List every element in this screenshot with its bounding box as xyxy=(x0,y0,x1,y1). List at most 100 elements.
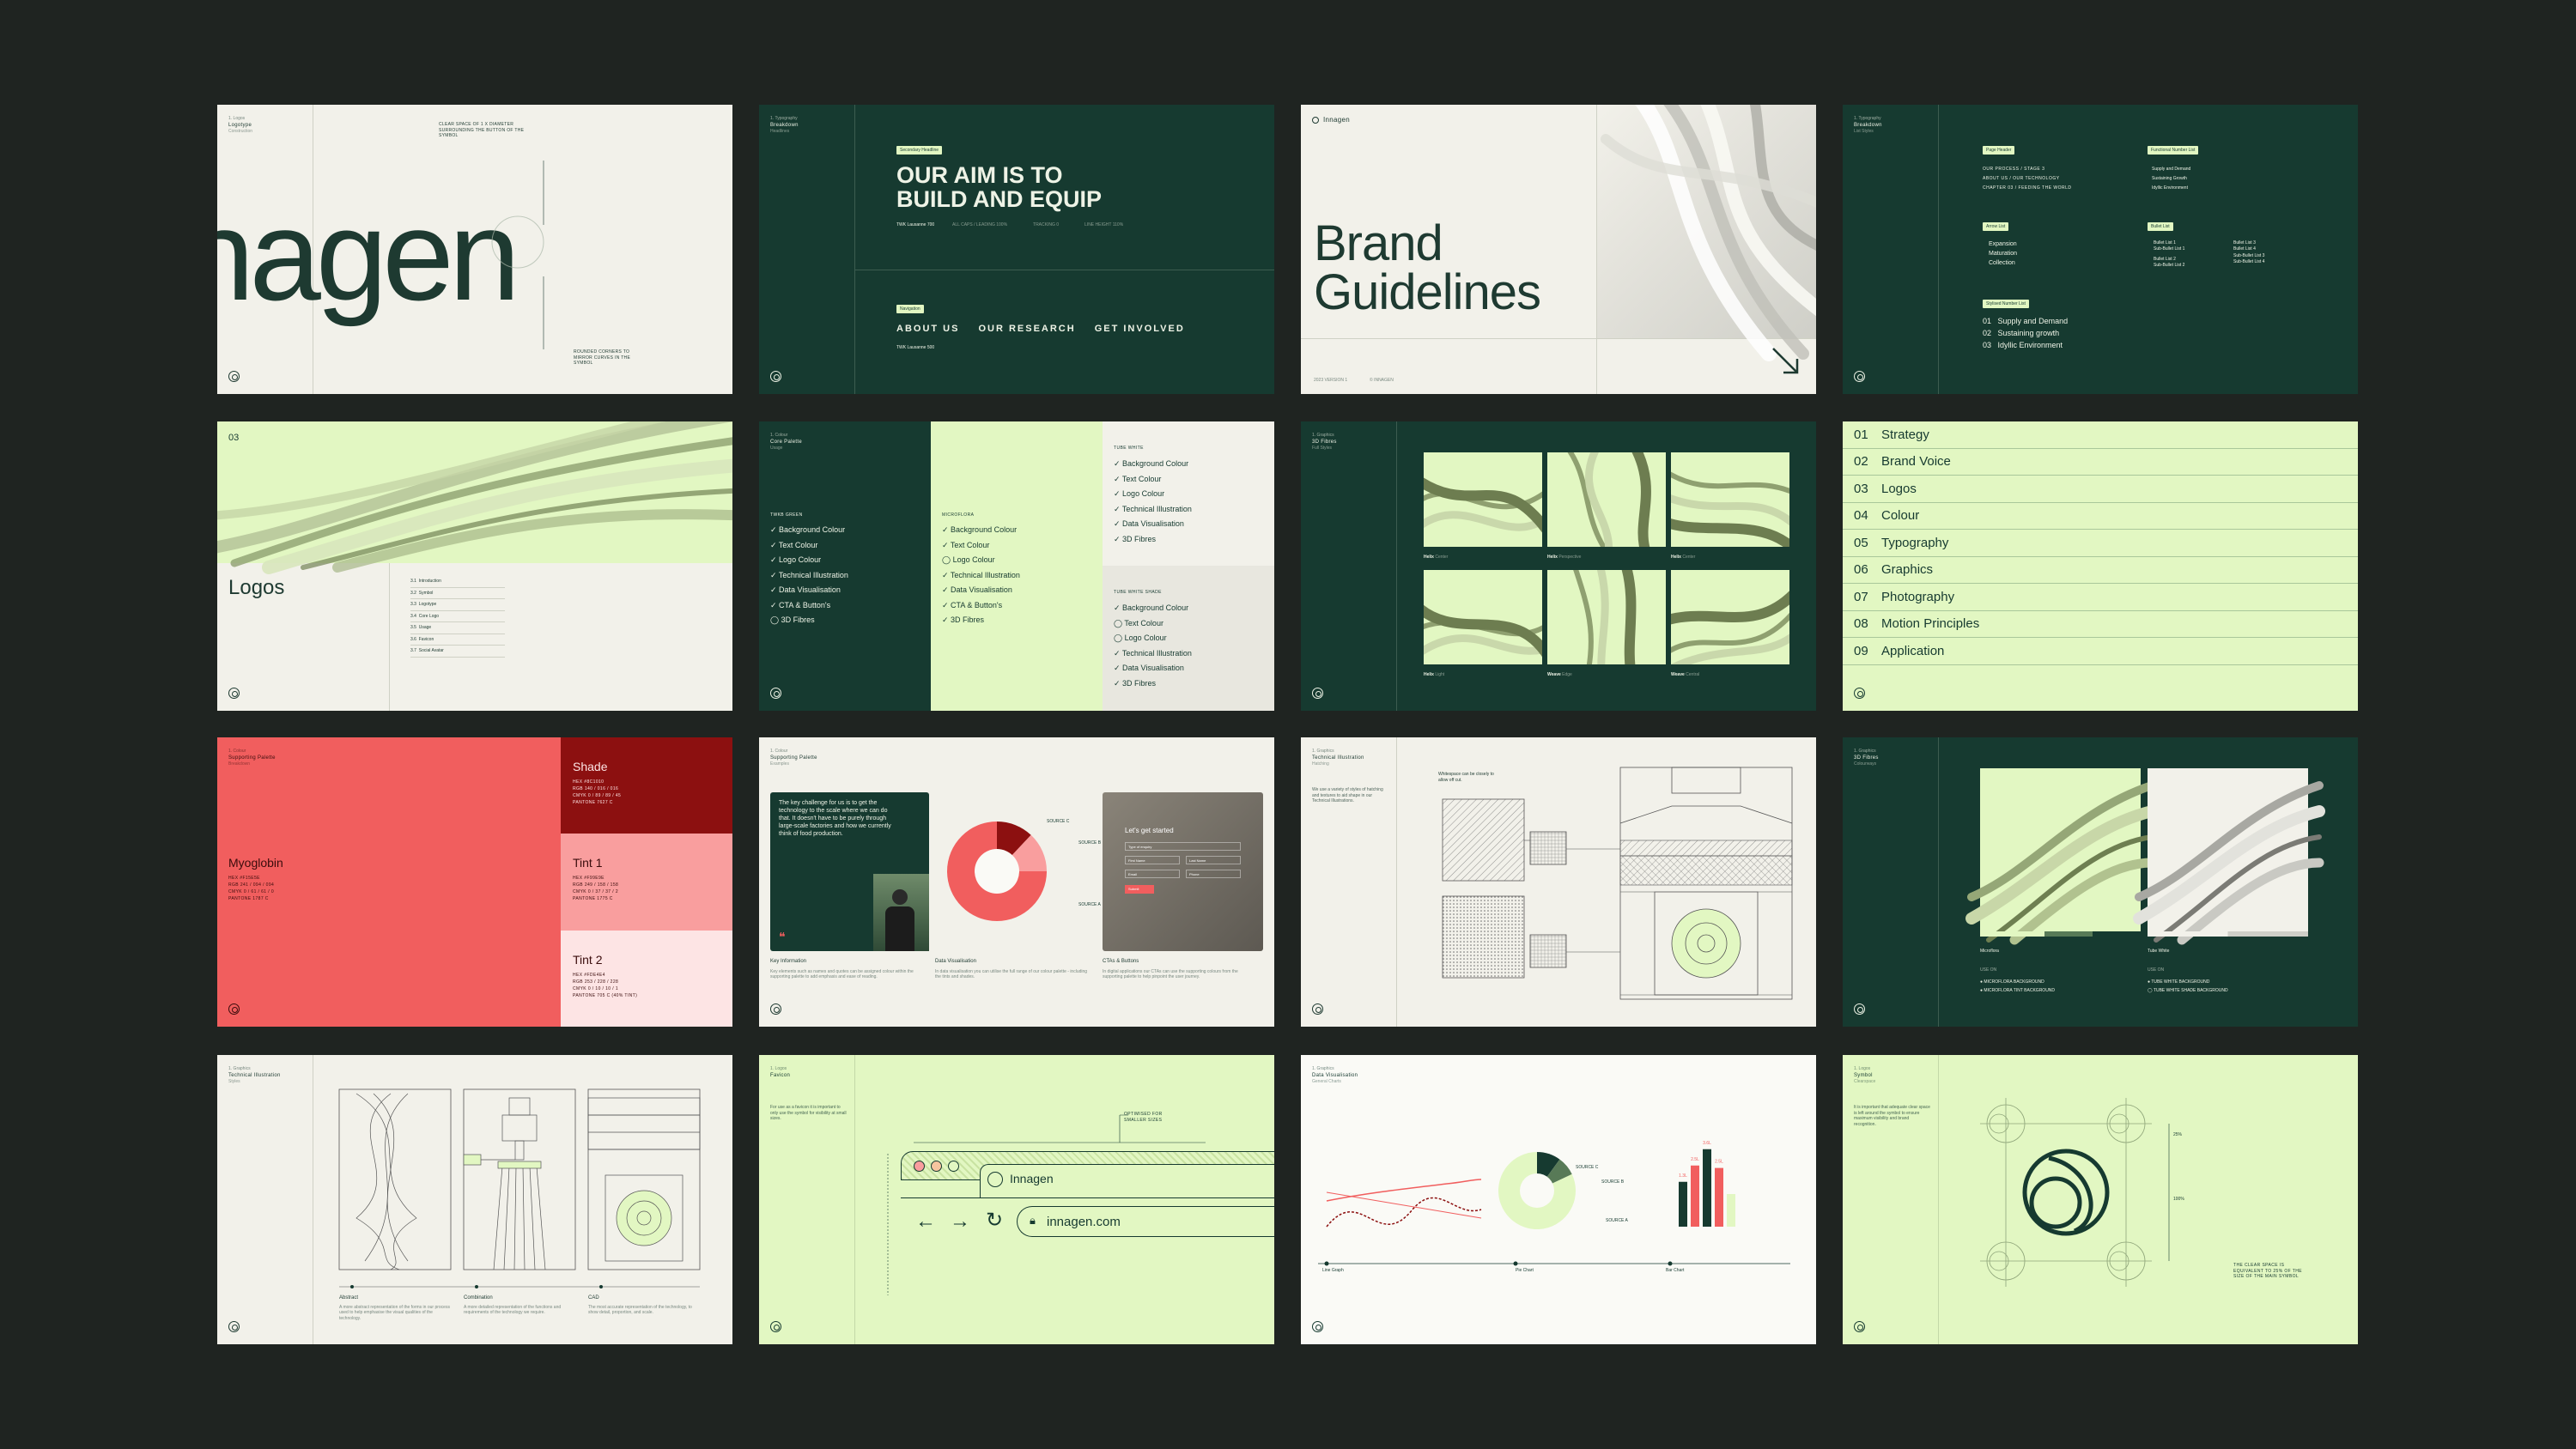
font-spec: TWK Lausanne 700 xyxy=(896,222,935,227)
contents-item[interactable]: 01 Strategy xyxy=(1843,421,2358,449)
swatch-name: Tint 1 xyxy=(573,856,603,870)
colourway-label: Microflora xyxy=(1980,949,1999,954)
form-field-phone[interactable]: Phone xyxy=(1186,870,1241,878)
slide-eyebrow: 1. Graphics xyxy=(1312,1066,1334,1071)
fibre-render-tube-white xyxy=(2133,768,2325,945)
divider xyxy=(901,1197,1274,1198)
tag: Bullet List xyxy=(2148,222,2173,231)
chapter-contents: 3.1 Introduction 3.2 Symbol 3.3 Logotype… xyxy=(410,576,505,658)
chapter-title: Logos xyxy=(228,576,285,599)
back-arrow-icon[interactable]: ← xyxy=(915,1210,936,1234)
slide-subtitle: Headlines xyxy=(770,129,790,134)
slide-supporting-palette[interactable]: 1. Colour Supporting Palette Breakdown M… xyxy=(217,737,732,1027)
form-field-last-name[interactable]: Last Name xyxy=(1186,856,1241,864)
forward-arrow-icon[interactable]: → xyxy=(950,1210,970,1234)
form-field-first-name[interactable]: First Name xyxy=(1125,856,1180,864)
contents-item[interactable]: 02 Brand Voice xyxy=(1843,449,2358,476)
usage-list: ✓ Background Colour ✓ Text Colour ✓ Logo… xyxy=(1114,457,1192,547)
contents-number: 05 xyxy=(1854,535,1868,550)
reload-icon[interactable]: ↻ xyxy=(986,1208,1003,1233)
window-maximize-icon[interactable] xyxy=(948,1161,959,1172)
divider xyxy=(1301,338,1816,339)
bar xyxy=(1727,1194,1735,1227)
contents-item[interactable]: 06 Graphics xyxy=(1843,557,2358,584)
donut-chart xyxy=(947,822,1047,921)
slide-subtitle: Usage xyxy=(770,446,783,451)
list-item: ✓ Technical Illustration xyxy=(1114,648,1192,658)
measure-label: 25% xyxy=(2173,1132,2183,1137)
annotation: THE CLEAR SPACE IS EQUIVALENT TO 25% OF … xyxy=(2233,1263,2302,1279)
fibre-thumbnail xyxy=(1671,570,1789,664)
fibre-render xyxy=(217,421,732,574)
bullet-list: Bullet List 1 Sub-Bullet List 1 Bullet L… xyxy=(2154,240,2184,269)
column-label: TUBE WHITE xyxy=(1114,446,1144,451)
font-spec: TWK Lausanne 500 xyxy=(896,345,935,350)
source-label: SOURCE A xyxy=(1078,902,1101,907)
divider xyxy=(1938,105,1939,394)
slide-eyebrow: 1. Logos xyxy=(770,1066,787,1071)
innagen-logo-icon xyxy=(1312,1321,1323,1332)
list-item: ✓ CTA & Button's xyxy=(942,600,1003,609)
slide-subtitle: Examples xyxy=(770,761,789,767)
slide-list-styles[interactable]: 1. Typography Breakdown List Styles Page… xyxy=(1843,105,2358,394)
submit-button[interactable]: Submit xyxy=(1125,885,1154,894)
list-item: ✓ 3D Fibres xyxy=(942,615,985,624)
slide-logos-chapter[interactable]: 03 Logos 3.1 Introduction 3.2 Symbol 3.3… xyxy=(217,421,732,711)
contents-item[interactable]: 04 Colour xyxy=(1843,503,2358,530)
window-minimize-icon[interactable] xyxy=(931,1161,942,1172)
contents-item[interactable]: 08 Motion Principles xyxy=(1843,611,2358,638)
slide-3d-fibres[interactable]: 1. Graphics 3D Fibres Full Styles Helix … xyxy=(1301,421,1816,711)
slide-favicon[interactable]: 1. Logos Favicon For use as a favicon it… xyxy=(759,1055,1274,1344)
contents-title: Colour xyxy=(1881,508,1920,524)
list-item: ✓ Background Colour xyxy=(942,525,1018,534)
slide-eyebrow: 1. Colour xyxy=(770,749,788,754)
slide-technical-styles[interactable]: 1. Graphics Technical Illustration Style… xyxy=(217,1055,732,1344)
list-item: Bullet List 1 xyxy=(2154,240,2176,246)
window-close-icon[interactable] xyxy=(914,1161,925,1172)
column-label: TWKB GREEN xyxy=(770,512,803,518)
colourway-bar xyxy=(2148,931,2308,937)
address-bar[interactable]: 🔒︎ innagen.com xyxy=(1017,1206,1274,1237)
slide-breakdown-headlines[interactable]: 1. Typography Breakdown Headlines Second… xyxy=(759,105,1274,394)
quote-mark-icon: ❝ xyxy=(779,930,786,943)
contents-item[interactable]: 05 Typography xyxy=(1843,530,2358,557)
slide-core-palette[interactable]: 1. Colour Core Palette Usage TWKB GREEN … xyxy=(759,421,1274,711)
list-item: ◯ 3D Fibres xyxy=(770,615,815,624)
usage-list: ✓ Background Colour ✓ Text Colour ✓ Logo… xyxy=(770,523,848,628)
nav-item: ABOUT US xyxy=(896,324,960,334)
use-on-label: USE ON xyxy=(1980,967,1997,973)
slide-fibre-colourways[interactable]: 1. Graphics 3D Fibres Colourways Microfl… xyxy=(1843,737,2358,1027)
slide-technical-hatching[interactable]: 1. Graphics Technical Illustration Hatch… xyxy=(1301,737,1816,1027)
slide-cover[interactable]: Innagen Brand Guidelines 2023 VERSION 1 … xyxy=(1301,105,1816,394)
contents-number: 08 xyxy=(1854,616,1868,632)
slide-eyebrow: 1. Colour xyxy=(228,749,246,754)
innagen-logo-icon xyxy=(1312,688,1323,699)
page-header-list: OUR PROCESS / STAGE 3 ABOUT US / OUR TEC… xyxy=(1983,165,2072,193)
tag: Functional Number List xyxy=(2148,146,2199,155)
bar xyxy=(1715,1167,1723,1227)
slide-contents[interactable]: 01 Strategy 02 Brand Voice 03 Logos 04 Colour 05… xyxy=(1843,421,2358,711)
slide-data-visualisation[interactable]: 1. Graphics Data Visualisation General C… xyxy=(1301,1055,1816,1344)
chart-marker xyxy=(1513,1261,1518,1266)
form-field-email[interactable]: Email xyxy=(1125,870,1180,878)
contents-item[interactable]: 09 Application xyxy=(1843,638,2358,665)
browser-tab[interactable]: Innagen xyxy=(980,1164,1274,1198)
column-label: TUBE WHITE SHADE xyxy=(1114,590,1162,595)
slide-symbol-clearspace[interactable]: 1. Logos Symbol Clearspace It is importa… xyxy=(1843,1055,2358,1344)
list-item: 01 Supply and Demand xyxy=(1983,317,2069,325)
divider xyxy=(1938,1055,1939,1344)
slide-logotype[interactable]: 1. Logos Logotype Construction nagen CLE… xyxy=(217,105,732,394)
slide-title: Favicon xyxy=(770,1073,791,1078)
contents-item[interactable]: 03 Logos xyxy=(1843,476,2358,503)
slide-supporting-examples[interactable]: 1. Colour Supporting Palette Examples Th… xyxy=(759,737,1274,1027)
cover-title-line-2: Guidelines xyxy=(1314,264,1541,320)
chart-marker xyxy=(1324,1261,1329,1266)
contents-item[interactable]: 07 Photography xyxy=(1843,584,2358,611)
innagen-logo-icon xyxy=(770,1321,781,1332)
example-caption: Data Visualisation In data visualisation… xyxy=(935,959,1088,980)
swatch-shade: Shade HEX #8C1010 RGB 140 / 016 / 016 CM… xyxy=(561,737,732,834)
arrow-list: Expansion Maturation Collection xyxy=(1989,239,2017,269)
contents-number: 03 xyxy=(1854,481,1868,496)
form-field-enquiry[interactable]: Type of enquiry xyxy=(1125,842,1241,851)
slide-subtitle: List Styles xyxy=(1854,129,1874,134)
